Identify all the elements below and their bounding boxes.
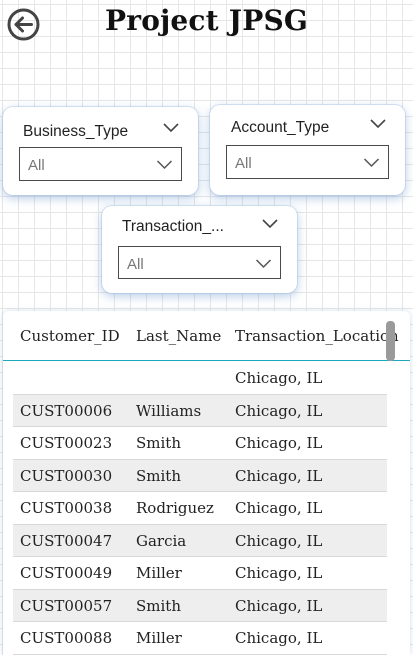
table-row[interactable]: CUST00030 Smith Chicago, IL xyxy=(13,459,387,492)
table-row[interactable]: CUST00023 Smith Chicago, IL xyxy=(13,427,387,460)
chevron-down-icon xyxy=(156,160,173,170)
cell-last-name: Rodriguez xyxy=(136,499,214,517)
account-type-dropdown[interactable]: All xyxy=(226,145,389,179)
table-row[interactable]: CUST00049 Miller Chicago, IL xyxy=(13,557,387,590)
slicer-label: Business_Type xyxy=(23,123,129,140)
business-type-slicer: Business_Type All xyxy=(3,107,198,195)
cell-last-name: Miller xyxy=(136,564,182,582)
cell-transaction-location: Chicago, IL xyxy=(235,466,323,485)
slicer-label: Transaction_... xyxy=(122,218,224,235)
cell-transaction-location: Chicago, IL xyxy=(235,434,323,452)
customer-table: Customer_ID Last_Name Transaction_Locati… xyxy=(3,311,410,655)
chevron-down-icon[interactable] xyxy=(261,217,279,229)
dropdown-value: All xyxy=(235,155,252,172)
column-header-last-name[interactable]: Last_Name xyxy=(136,327,221,345)
cell-last-name: Miller xyxy=(136,629,182,647)
cell-transaction-location: Chicago, IL xyxy=(235,401,323,420)
cell-customer-id: CUST00006 xyxy=(20,401,113,420)
cell-transaction-location: Chicago, IL xyxy=(235,596,323,615)
dropdown-value: All xyxy=(28,157,45,174)
transaction-location-dropdown[interactable]: All xyxy=(118,246,281,279)
chevron-down-icon xyxy=(255,259,272,269)
cell-customer-id: CUST00057 xyxy=(20,596,113,615)
transaction-location-slicer: Transaction_... All xyxy=(102,206,297,293)
cell-transaction-location: Chicago, IL xyxy=(235,531,323,550)
cell-last-name: Smith xyxy=(136,466,181,485)
cell-customer-id: CUST00030 xyxy=(20,466,113,485)
table-header: Customer_ID Last_Name Transaction_Locati… xyxy=(3,311,410,361)
cell-transaction-location: Chicago, IL xyxy=(235,369,323,387)
column-header-transaction-location[interactable]: Transaction_Location xyxy=(235,327,399,345)
cell-last-name: Smith xyxy=(136,434,181,452)
cell-customer-id: CUST00088 xyxy=(20,629,113,647)
cell-transaction-location: Chicago, IL xyxy=(235,564,323,582)
table-row[interactable]: Chicago, IL xyxy=(13,362,387,395)
column-header-customer-id[interactable]: Customer_ID xyxy=(20,327,120,345)
cell-customer-id: CUST00049 xyxy=(20,564,113,582)
table-row[interactable]: CUST00088 Miller Chicago, IL xyxy=(13,622,387,655)
business-type-dropdown[interactable]: All xyxy=(19,147,182,181)
table-row[interactable]: CUST00057 Smith Chicago, IL xyxy=(13,589,387,622)
cell-transaction-location: Chicago, IL xyxy=(235,499,323,517)
cell-last-name: Garcia xyxy=(136,531,187,550)
table-scrollbar[interactable] xyxy=(386,321,395,361)
chevron-down-icon[interactable] xyxy=(162,121,180,133)
table-row[interactable]: CUST00047 Garcia Chicago, IL xyxy=(13,524,387,557)
account-type-slicer: Account_Type All xyxy=(210,105,405,195)
cell-customer-id: CUST00038 xyxy=(20,499,113,517)
slicer-label: Account_Type xyxy=(231,119,330,136)
cell-last-name: Williams xyxy=(136,401,202,420)
table-row[interactable]: CUST00006 Williams Chicago, IL xyxy=(13,394,387,427)
cell-customer-id: CUST00023 xyxy=(20,434,113,452)
cell-customer-id: CUST00047 xyxy=(20,531,113,550)
cell-transaction-location: Chicago, IL xyxy=(235,629,323,647)
cell-last-name: Smith xyxy=(136,596,181,615)
page-title: Project JPSG xyxy=(105,4,308,37)
table-row[interactable]: CUST00038 Rodriguez Chicago, IL xyxy=(13,492,387,525)
chevron-down-icon xyxy=(363,158,380,168)
dropdown-value: All xyxy=(127,256,144,273)
chevron-down-icon[interactable] xyxy=(369,117,387,129)
